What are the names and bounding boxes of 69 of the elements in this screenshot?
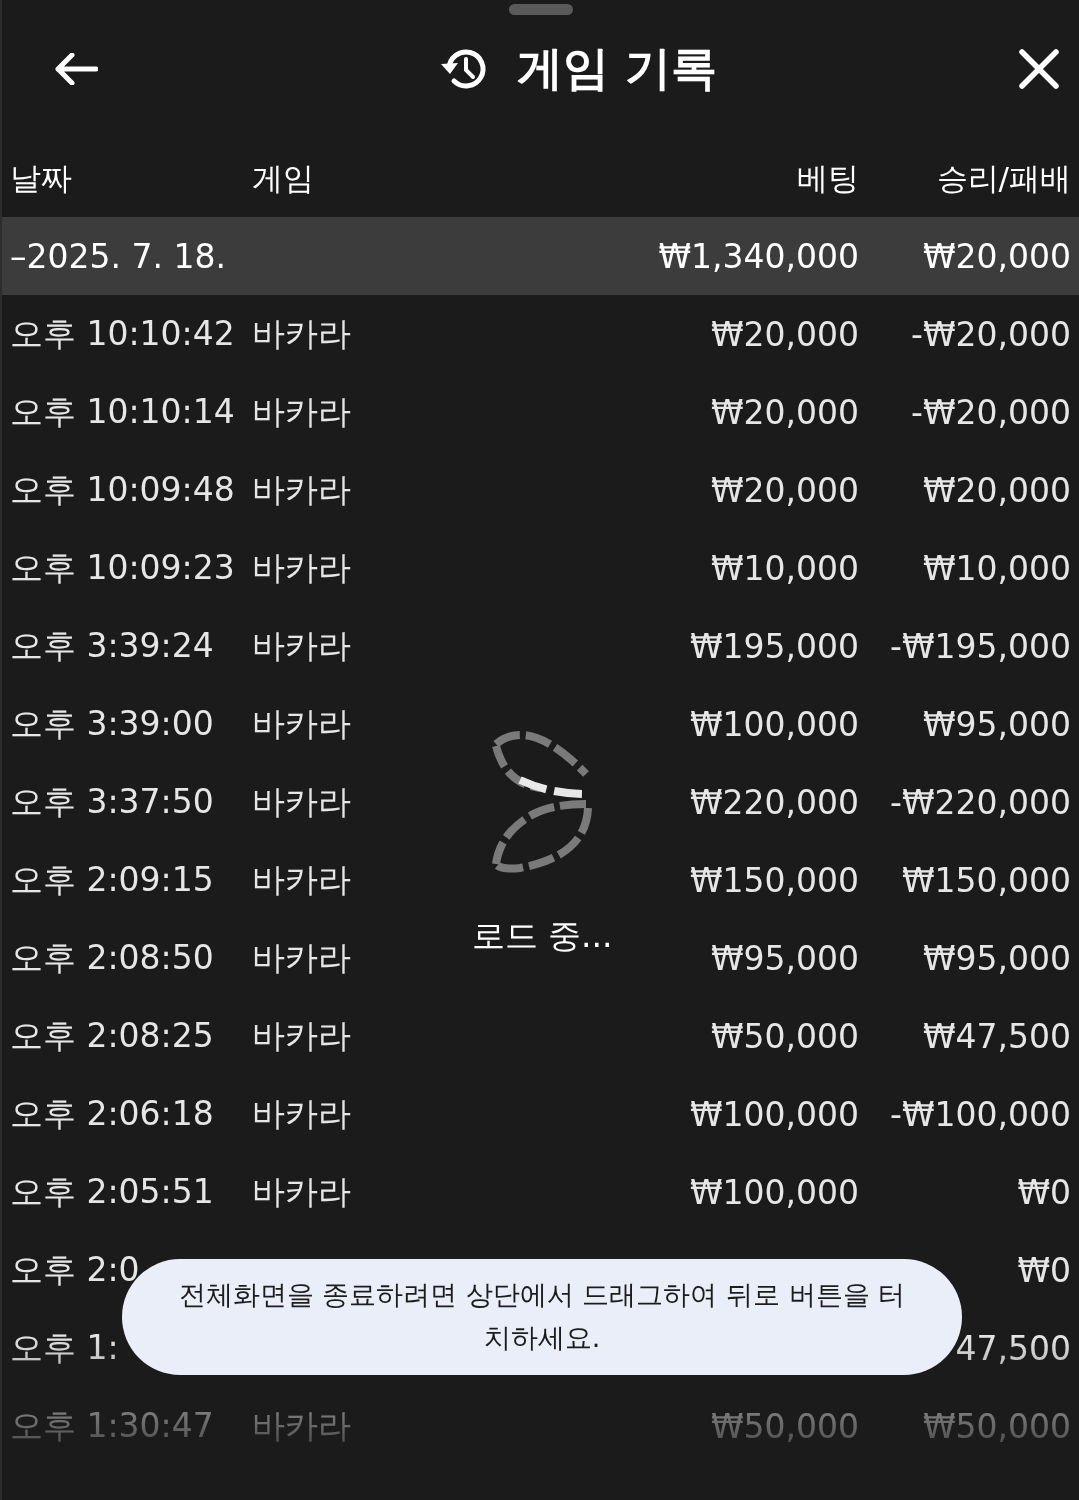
time-cell: 오후 10:09:48 bbox=[10, 469, 235, 509]
game-cell: 바카라 bbox=[252, 625, 351, 665]
date-group-row[interactable]: –2025. 7. 18. ₩1,340,000 ₩20,000 bbox=[2, 217, 1079, 295]
time-cell: 오후 2:06:18 bbox=[10, 1093, 214, 1133]
result-cell: -₩20,000 bbox=[911, 314, 1071, 354]
result-cell: -₩220,000 bbox=[890, 782, 1071, 822]
time-cell: 오후 2:08:50 bbox=[10, 937, 214, 977]
bet-cell: ₩100,000 bbox=[689, 704, 859, 744]
time-cell: 오후 2:08:25 bbox=[10, 1015, 214, 1055]
game-cell: 바카라 bbox=[252, 781, 351, 821]
bet-cell: ₩220,000 bbox=[689, 782, 859, 822]
result-cell: ₩47,500 bbox=[922, 1016, 1071, 1056]
loading-label: 로드 중... bbox=[471, 915, 613, 957]
back-arrow-icon[interactable] bbox=[54, 53, 98, 85]
result-cell: ₩10,000 bbox=[922, 548, 1071, 588]
time-cell: 오후 3:39:24 bbox=[10, 625, 214, 665]
date-group-label: –2025. 7. 18. bbox=[10, 236, 226, 276]
bet-cell: ₩100,000 bbox=[689, 1094, 859, 1134]
bet-cell: ₩95,000 bbox=[710, 938, 859, 978]
bet-cell: ₩100,000 bbox=[689, 1172, 859, 1212]
column-header: 날짜 bbox=[10, 160, 72, 196]
screen-title: 게임 기록 bbox=[517, 40, 718, 97]
time-cell: 오후 1:30:47 bbox=[10, 1405, 214, 1445]
result-cell: ₩20,000 bbox=[922, 470, 1071, 510]
game-cell: 바카라 bbox=[252, 391, 351, 431]
column-header: 게임 bbox=[252, 160, 314, 196]
game-cell: 바카라 bbox=[252, 1015, 351, 1055]
result-cell: ₩95,000 bbox=[922, 938, 1071, 978]
time-cell: 오후 3:39:00 bbox=[10, 703, 214, 743]
game-cell: 바카라 bbox=[252, 859, 351, 899]
time-cell: 오후 2:05:51 bbox=[10, 1171, 214, 1211]
result-cell: ₩0 bbox=[1017, 1250, 1071, 1290]
time-cell: 오후 3:37:50 bbox=[10, 781, 214, 821]
time-cell: 오후 1: bbox=[10, 1327, 119, 1367]
close-icon[interactable] bbox=[1019, 49, 1059, 89]
bet-cell: ₩10,000 bbox=[710, 548, 859, 588]
time-cell: 오후 10:10:42 bbox=[10, 313, 235, 353]
time-cell: 오후 10:09:23 bbox=[10, 547, 235, 587]
time-cell: 오후 10:10:14 bbox=[10, 391, 235, 431]
game-cell: 바카라 bbox=[252, 703, 351, 743]
time-cell: 오후 2:0 bbox=[10, 1249, 140, 1289]
result-cell: -₩20,000 bbox=[911, 392, 1071, 432]
result-cell: -₩195,000 bbox=[890, 626, 1071, 666]
bet-cell: ₩20,000 bbox=[710, 314, 859, 354]
game-cell: 바카라 bbox=[252, 937, 351, 977]
bet-cell: ₩195,000 bbox=[689, 626, 859, 666]
game-cell: 바카라 bbox=[252, 1093, 351, 1133]
bet-cell: ₩20,000 bbox=[710, 392, 859, 432]
drag-handle[interactable] bbox=[508, 4, 573, 15]
result-cell: ₩150,000 bbox=[901, 860, 1071, 900]
game-cell: 바카라 bbox=[252, 313, 351, 353]
game-cell: 바카라 bbox=[252, 547, 351, 587]
result-cell: ₩0 bbox=[1017, 1172, 1071, 1212]
result-cell: ₩95,000 bbox=[922, 704, 1071, 744]
bet-cell: ₩20,000 bbox=[710, 470, 859, 510]
bet-cell: ₩150,000 bbox=[689, 860, 859, 900]
column-header: 승리/패배 bbox=[936, 160, 1071, 196]
game-cell: 바카라 bbox=[252, 1171, 351, 1211]
game-cell: 바카라 bbox=[252, 469, 351, 509]
result-cell: ₩50,000 bbox=[922, 1406, 1071, 1446]
column-header: 베팅 bbox=[797, 160, 859, 196]
bet-cell: ₩50,000 bbox=[710, 1406, 859, 1446]
result-cell: 47,500 bbox=[955, 1328, 1071, 1368]
total-bet: ₩1,340,000 bbox=[658, 236, 859, 276]
total-result: ₩20,000 bbox=[922, 236, 1071, 276]
bet-cell: ₩50,000 bbox=[710, 1016, 859, 1056]
result-cell: -₩100,000 bbox=[890, 1094, 1071, 1134]
game-cell: 바카라 bbox=[252, 1405, 351, 1445]
time-cell: 오후 2:09:15 bbox=[10, 859, 214, 899]
